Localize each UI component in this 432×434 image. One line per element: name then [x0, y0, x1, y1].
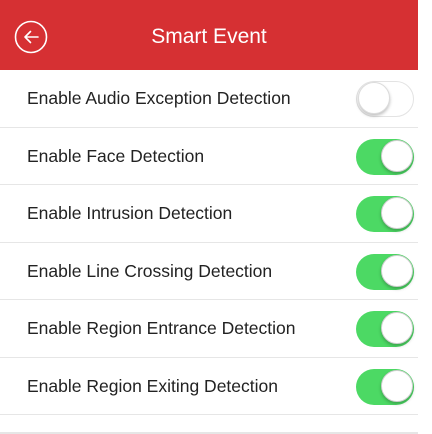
toggle-knob [381, 369, 413, 402]
setting-label: Enable Region Exiting Detection [27, 375, 278, 396]
setting-row-face-detection: Enable Face Detection [0, 128, 418, 185]
setting-row-line-crossing: Enable Line Crossing Detection [0, 243, 418, 300]
region-entrance-toggle[interactable] [356, 311, 414, 347]
setting-label: Enable Region Entrance Detection [27, 318, 296, 338]
line-crossing-toggle[interactable] [356, 253, 414, 290]
page-title: Smart Event [151, 25, 267, 48]
setting-row-intrusion-detection: Enable Intrusion Detection [0, 185, 418, 243]
setting-row-region-entrance: Enable Region Entrance Detection [0, 300, 418, 358]
settings-list: Enable Audio Exception Detection Enable … [0, 70, 418, 432]
app-header: Smart Event [0, 0, 418, 70]
setting-label: Enable Face Detection [27, 145, 205, 166]
face-detection-toggle[interactable] [356, 138, 414, 175]
toggle-knob [381, 312, 413, 344]
toggle-knob [358, 82, 390, 114]
setting-label: Enable Intrusion Detection [27, 203, 233, 223]
audio-exception-toggle[interactable] [356, 81, 414, 117]
toggle-knob [381, 139, 413, 172]
setting-label: Enable Audio Exception Detection [27, 88, 291, 108]
region-exiting-toggle[interactable] [356, 368, 414, 405]
toggle-knob [381, 197, 413, 229]
intrusion-detection-toggle[interactable] [356, 196, 414, 232]
setting-row-audio-exception: Enable Audio Exception Detection [0, 70, 418, 128]
setting-row-region-exiting: Enable Region Exiting Detection [0, 358, 418, 415]
toggle-knob [381, 254, 413, 287]
setting-label: Enable Line Crossing Detection [27, 260, 273, 281]
